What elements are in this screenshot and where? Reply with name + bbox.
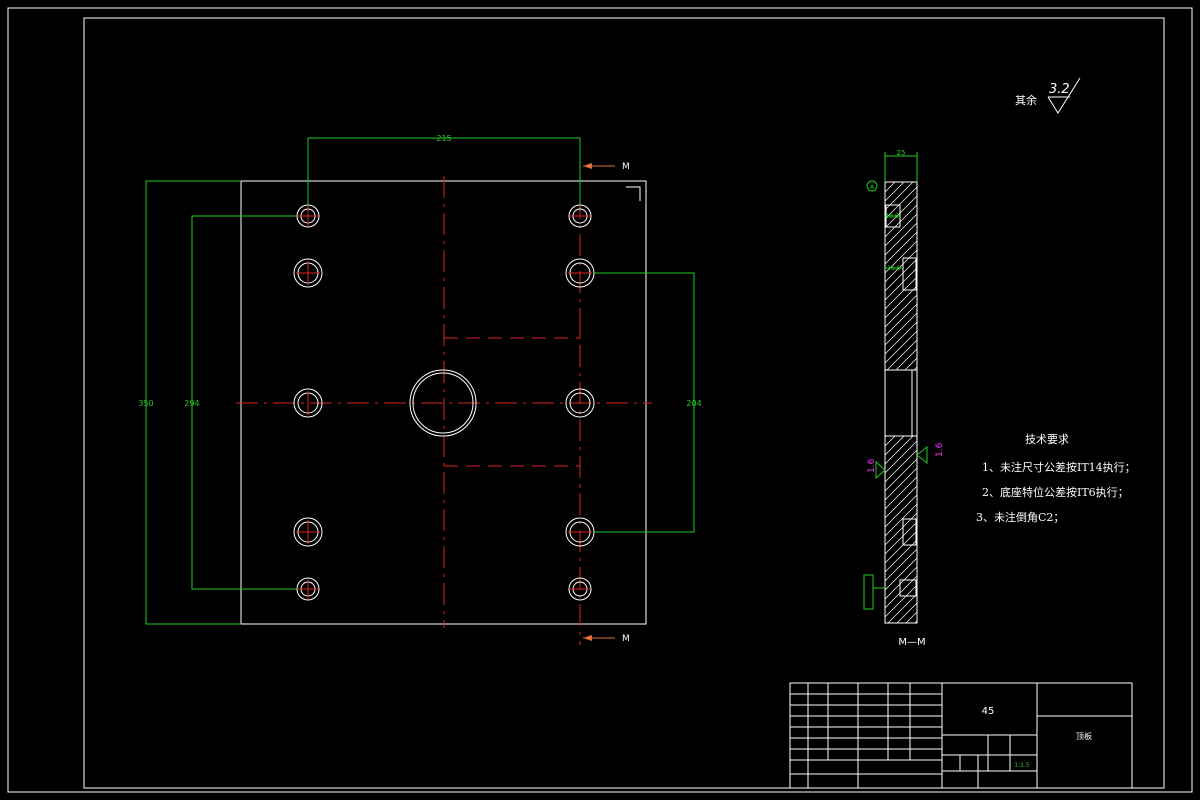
section-thickness-label: 25 <box>897 149 906 157</box>
tech-item-1: 1、未注尺寸公差按IT14执行； <box>982 460 1136 474</box>
roughness-left: 1.6 <box>867 458 886 480</box>
counterbore-pocket <box>902 518 917 546</box>
tech-item-3: 3、未注倒角C2； <box>976 510 1064 524</box>
dim-top-label: 215 <box>436 134 451 143</box>
dim-left-inner-label: 294 <box>184 399 199 408</box>
hidden-step-lower <box>444 465 581 488</box>
title-block: 45 顶板 1:1.5 <box>789 682 1133 789</box>
title-scale: 1:1.5 <box>1014 762 1030 769</box>
plan-view: 215 350 294 204 M M <box>138 134 702 645</box>
svg-text:M: M <box>622 634 630 644</box>
section-arrow-bottom: M <box>583 634 630 644</box>
dim-left-outer-label: 350 <box>138 399 153 408</box>
tech-requirements: 技术要求 1、未注尺寸公差按IT14执行； 2、底座特位公差按IT6执行； 3、… <box>976 433 1136 524</box>
svg-text:M: M <box>622 162 630 172</box>
section-view: 25 10.5 15.5 A 1.6 1.6 M—M <box>863 149 945 648</box>
section-title: M—M <box>898 637 925 648</box>
tech-item-2: 2、底座特位公差按IT6执行； <box>982 485 1129 499</box>
svg-text:1.6: 1.6 <box>935 442 945 457</box>
hole <box>296 577 320 601</box>
hole <box>293 258 323 288</box>
counterbore-2-label: 15.5 <box>887 265 901 272</box>
counterbore-1-label: 10.5 <box>885 213 899 220</box>
roughness-value: 3.2 <box>1049 82 1070 97</box>
svg-text:1.6: 1.6 <box>867 458 877 473</box>
hole <box>293 517 323 547</box>
lower-dim-box <box>863 574 874 610</box>
title-material: 45 <box>982 706 995 717</box>
tech-heading: 技术要求 <box>1025 433 1069 446</box>
section-arrow-top: M <box>583 162 630 172</box>
roughness-prefix: 其余 <box>1015 93 1037 107</box>
hole <box>296 204 320 228</box>
hole <box>565 517 595 547</box>
roughness-right: 1.6 <box>916 442 945 465</box>
hidden-step-upper <box>444 316 581 339</box>
dim-right-label: 204 <box>686 399 701 408</box>
roughness-symbol: 其余 3.2 <box>1015 77 1081 114</box>
corner-mark <box>626 186 641 201</box>
counterbore-pocket <box>902 257 917 291</box>
drawing-canvas: 其余 3.2 215 350 294 204 M M 25 10.5 15.5 … <box>7 7 1193 793</box>
hole <box>293 388 323 418</box>
hole <box>565 258 595 288</box>
title-part-name: 顶板 <box>1076 731 1092 741</box>
